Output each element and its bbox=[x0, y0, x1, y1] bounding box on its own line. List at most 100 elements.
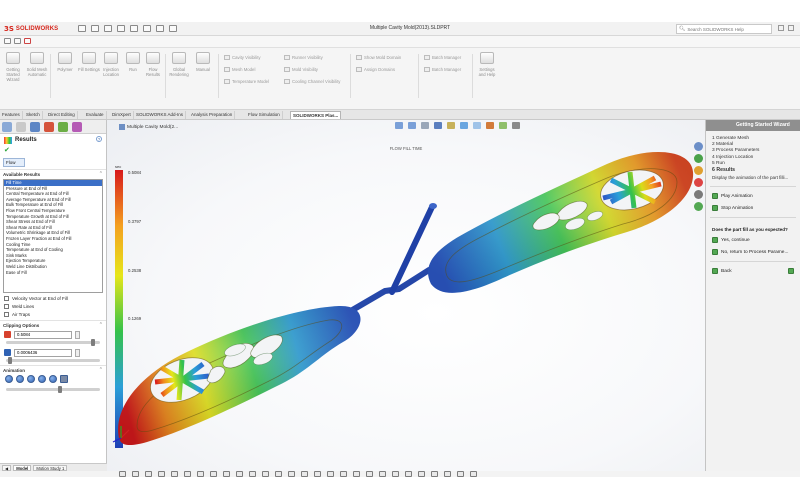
top-view-icon[interactable] bbox=[236, 471, 243, 477]
mold-visibility-button[interactable]: Mold Visibility bbox=[284, 66, 318, 73]
help-search-box[interactable]: 🔍︎ bbox=[676, 24, 772, 34]
close-result-icon[interactable] bbox=[470, 471, 477, 477]
step-back-icon[interactable] bbox=[16, 375, 24, 383]
step-forward-icon[interactable] bbox=[38, 375, 46, 383]
home-icon[interactable] bbox=[4, 38, 11, 44]
resources-icon[interactable] bbox=[694, 142, 703, 151]
mesh-model-button[interactable]: Mesh Model bbox=[224, 66, 255, 73]
injection-location-button[interactable]: Injection Location bbox=[100, 52, 122, 100]
solid-mesh-button[interactable]: Solid Mesh Automatic bbox=[26, 52, 48, 100]
cavity-visibility-button[interactable]: Cavity Visibility bbox=[224, 54, 261, 61]
checkbox-icon[interactable] bbox=[4, 311, 9, 317]
available-results-heading[interactable]: Available Results ⌃ bbox=[0, 169, 106, 178]
reset-icon[interactable] bbox=[431, 471, 438, 477]
tab-features[interactable]: Features bbox=[0, 111, 23, 119]
slider-thumb[interactable] bbox=[90, 339, 95, 346]
clipping-options-heading[interactable]: Clipping Options ⌃ bbox=[0, 320, 106, 329]
next-arrow-icon[interactable] bbox=[788, 268, 794, 275]
runner-system[interactable] bbox=[346, 203, 437, 315]
fill-settings-button[interactable]: Fill Settings bbox=[78, 52, 100, 100]
plastics-manager-icon[interactable] bbox=[72, 121, 82, 132]
rewind-icon[interactable] bbox=[5, 375, 13, 383]
checkbox-icon[interactable] bbox=[4, 295, 9, 301]
tab-solidworks-plastics[interactable]: SOLIDWORKS Plas... bbox=[290, 111, 342, 119]
fast-forward-icon[interactable] bbox=[49, 375, 57, 383]
checkbox-icon[interactable] bbox=[4, 303, 9, 309]
front-view-icon[interactable] bbox=[184, 471, 191, 477]
flow-results-button[interactable]: Flow Results bbox=[142, 52, 164, 100]
help-icon[interactable]: ? bbox=[96, 136, 102, 142]
animation-speed-slider[interactable] bbox=[6, 386, 100, 393]
rebuild-icon[interactable] bbox=[156, 25, 164, 32]
probe-icon[interactable] bbox=[288, 471, 295, 477]
configuration-icon[interactable] bbox=[30, 121, 40, 132]
section-view-icon[interactable] bbox=[434, 122, 442, 129]
slider-thumb[interactable] bbox=[7, 357, 12, 364]
iso-view-icon[interactable] bbox=[262, 471, 269, 477]
getting-started-wizard-button[interactable]: Getting Started Wizard bbox=[2, 52, 24, 100]
zoom-icon[interactable] bbox=[158, 471, 165, 477]
ok-check-icon[interactable]: ✔ bbox=[0, 146, 106, 156]
select-icon[interactable] bbox=[119, 471, 126, 477]
edit-appearance-icon[interactable] bbox=[486, 122, 494, 129]
previous-view-icon[interactable] bbox=[421, 122, 429, 129]
spinner-icon[interactable] bbox=[75, 330, 80, 339]
zoom-to-area-icon[interactable] bbox=[408, 122, 416, 129]
help-question-icon[interactable] bbox=[778, 25, 784, 31]
right-view-icon[interactable] bbox=[223, 471, 230, 477]
legend-icon[interactable] bbox=[301, 471, 308, 477]
display-style-icon[interactable] bbox=[460, 122, 468, 129]
xy-plot-icon[interactable] bbox=[366, 471, 373, 477]
help-result-icon[interactable] bbox=[457, 471, 464, 477]
options-gear-icon[interactable] bbox=[169, 25, 177, 32]
pin-icon[interactable] bbox=[14, 38, 21, 44]
dimxpert-icon[interactable] bbox=[44, 121, 54, 132]
clip-max-input[interactable] bbox=[14, 330, 72, 339]
tab-analysis-preparation[interactable]: Analysis Preparation bbox=[189, 111, 236, 119]
weld-lines-checkbox[interactable]: Weld Lines bbox=[0, 302, 106, 310]
hide-show-items-icon[interactable] bbox=[473, 122, 481, 129]
tab-evaluate[interactable]: Evaluate bbox=[84, 111, 107, 119]
view-palette-icon[interactable] bbox=[694, 178, 703, 187]
select-arrow-icon[interactable] bbox=[143, 25, 151, 32]
mold-model-3d[interactable] bbox=[107, 120, 705, 471]
no-return-button[interactable]: No, return to Process Parame... bbox=[706, 246, 800, 258]
wireframe-icon[interactable] bbox=[340, 471, 347, 477]
apply-scene-icon[interactable] bbox=[499, 122, 507, 129]
file-explorer-icon[interactable] bbox=[694, 166, 703, 175]
save-animation-icon[interactable] bbox=[60, 375, 68, 383]
cavity-left[interactable] bbox=[118, 305, 361, 446]
back-button[interactable]: Back bbox=[706, 265, 800, 277]
tab-dimxpert[interactable]: DimXpert bbox=[110, 111, 134, 119]
run-button[interactable]: Run bbox=[122, 52, 144, 100]
pan-icon[interactable] bbox=[132, 471, 139, 477]
settings-icon[interactable] bbox=[444, 471, 451, 477]
tab-sketch[interactable]: Sketch bbox=[24, 111, 43, 119]
back-view-icon[interactable] bbox=[197, 471, 204, 477]
feature-tree-icon[interactable] bbox=[2, 121, 12, 132]
view-orientation-icon[interactable] bbox=[447, 122, 455, 129]
runner-visibility-button[interactable]: Runner Visibility bbox=[284, 54, 323, 61]
help-search-input[interactable] bbox=[687, 26, 768, 32]
tab-direct-editing[interactable]: Direct Editing bbox=[46, 111, 78, 119]
new-document-icon[interactable] bbox=[78, 25, 86, 32]
cooling-channel-visibility-button[interactable]: Cooling Channel Visibility bbox=[284, 78, 340, 85]
manual-button[interactable]: Manual bbox=[192, 52, 214, 100]
export-icon[interactable] bbox=[379, 471, 386, 477]
animation-heading[interactable]: Animation ⌃ bbox=[0, 365, 106, 374]
screenshot-icon[interactable] bbox=[405, 471, 412, 477]
tab-model[interactable]: Model bbox=[13, 464, 32, 471]
batch-manager-button[interactable]: Batch Manager bbox=[424, 54, 461, 61]
tab-solidworks-addins[interactable]: SOLIDWORKS Add-Ins bbox=[134, 111, 187, 119]
air-traps-checkbox[interactable]: Air Traps bbox=[0, 310, 106, 318]
clip-max-slider[interactable] bbox=[6, 339, 100, 346]
fit-icon[interactable] bbox=[171, 471, 178, 477]
velocity-vector-checkbox[interactable]: Velocity Vector at End of Fill bbox=[0, 294, 106, 302]
plastics-wizard-icon[interactable] bbox=[694, 202, 703, 211]
save-icon[interactable] bbox=[104, 25, 112, 32]
display-manager-icon[interactable] bbox=[58, 121, 68, 132]
slider-thumb[interactable] bbox=[57, 386, 62, 393]
yes-continue-button[interactable]: Yes, continue bbox=[706, 234, 800, 246]
clip-plane-icon[interactable] bbox=[275, 471, 282, 477]
user-icon[interactable] bbox=[788, 25, 794, 31]
